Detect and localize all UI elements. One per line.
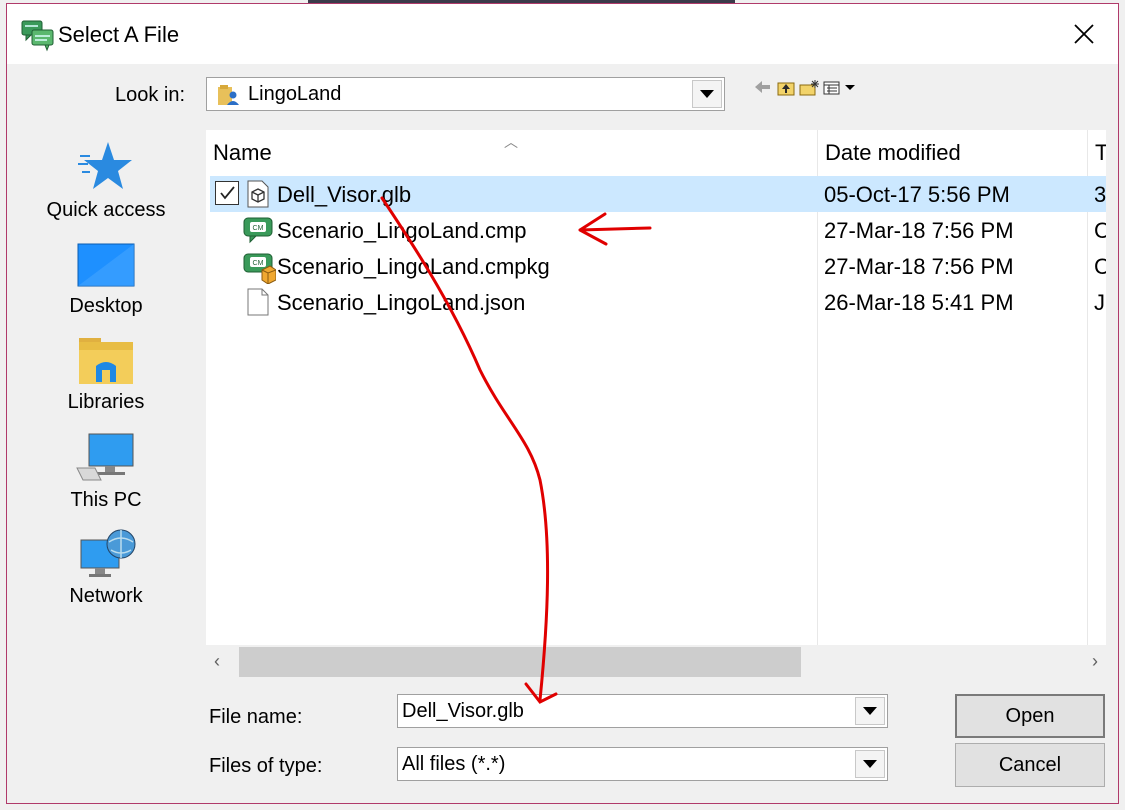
- place-this-pc[interactable]: This PC: [21, 432, 191, 512]
- file-type-dropdown[interactable]: All files (*.*): [397, 747, 888, 781]
- file-type-arrow-button[interactable]: [855, 750, 885, 778]
- place-quick-access[interactable]: Quick access: [21, 138, 191, 222]
- app-chat-icon: [21, 20, 54, 52]
- place-label: Network: [69, 585, 143, 607]
- cube-file-icon: [247, 180, 269, 208]
- libraries-icon: [79, 338, 133, 384]
- look-in-dropdown[interactable]: LingoLand: [206, 77, 725, 111]
- computer-icon: [76, 433, 134, 481]
- place-network[interactable]: Network: [21, 528, 191, 608]
- place-label: Quick access: [46, 199, 166, 221]
- user-folder-icon: [218, 85, 239, 105]
- file-row[interactable]: CM Scenario_LingoLand.cmp 27-Mar-18 7:56…: [210, 212, 1106, 248]
- window-title: Select A File: [58, 22, 180, 47]
- file-type-value: All files (*.*): [402, 753, 506, 775]
- sort-indicator-icon: ︿: [504, 134, 518, 150]
- file-type-label: Files of type:: [209, 755, 323, 777]
- file-name-input[interactable]: [400, 697, 848, 725]
- svg-text:CM: CM: [253, 225, 264, 232]
- up-folder-icon[interactable]: [777, 80, 795, 96]
- file-date: 27-Mar-18 7:56 PM: [824, 218, 1014, 243]
- desktop-icon: [77, 243, 135, 287]
- chevron-down-icon: [863, 760, 877, 768]
- title-bar: Select A File: [7, 4, 1118, 64]
- file-name: Scenario_LingoLand.cmp: [277, 218, 527, 243]
- open-button[interactable]: Open: [955, 694, 1105, 738]
- file-type: C: [1094, 218, 1106, 243]
- column-header-date-modified[interactable]: Date modified: [825, 140, 961, 166]
- cm-package-icon: CM: [243, 253, 276, 284]
- file-name: Scenario_LingoLand.cmpkg: [277, 254, 550, 279]
- new-folder-icon[interactable]: [799, 80, 819, 96]
- scrollbar-thumb[interactable]: [239, 647, 801, 677]
- file-type: 3: [1094, 182, 1106, 207]
- file-date: 26-Mar-18 5:41 PM: [824, 290, 1014, 315]
- chevron-down-icon: [863, 707, 877, 715]
- file-name-label: File name:: [209, 706, 303, 728]
- look-in-value: LingoLand: [248, 83, 342, 105]
- file-name: Dell_Visor.glb: [277, 182, 412, 207]
- place-label: Libraries: [67, 391, 145, 413]
- network-icon: [80, 529, 136, 577]
- checkmark-icon: [220, 186, 235, 200]
- select-file-dialog: Select A File Look in: LingoLand Quick a…: [6, 3, 1119, 804]
- column-header-name[interactable]: Name: [213, 140, 272, 166]
- star-icon: [78, 142, 132, 189]
- cancel-button[interactable]: Cancel: [955, 743, 1105, 787]
- column-header-type[interactable]: T: [1095, 140, 1106, 166]
- close-icon: [1074, 24, 1094, 44]
- file-name-combo[interactable]: [397, 694, 888, 728]
- cm-file-icon: CM: [243, 217, 273, 244]
- file-row[interactable]: Scenario_LingoLand.json 26-Mar-18 5:41 P…: [210, 284, 1106, 320]
- view-menu-icon[interactable]: [823, 80, 857, 96]
- blank-file-icon: [247, 288, 269, 316]
- look-in-label: Look in:: [115, 84, 186, 106]
- file-list[interactable]: ︿ Name Date modified T Dell_Visor.glb 05…: [206, 130, 1106, 645]
- svg-text:CM: CM: [253, 260, 264, 267]
- close-button[interactable]: [1060, 12, 1108, 56]
- file-row[interactable]: Dell_Visor.glb 05-Oct-17 5:56 PM 3: [210, 176, 1106, 212]
- file-type: C: [1094, 254, 1106, 279]
- file-name-arrow-button[interactable]: [855, 697, 885, 725]
- file-date: 05-Oct-17 5:56 PM: [824, 182, 1010, 207]
- place-desktop[interactable]: Desktop: [21, 242, 191, 318]
- place-label: Desktop: [69, 295, 143, 317]
- file-date: 27-Mar-18 7:56 PM: [824, 254, 1014, 279]
- place-libraries[interactable]: Libraries: [21, 336, 191, 414]
- scroll-right-icon[interactable]: ›: [1092, 651, 1098, 672]
- place-label: This PC: [70, 489, 142, 511]
- scroll-left-icon[interactable]: ‹: [214, 651, 220, 672]
- row-checkbox[interactable]: [215, 181, 239, 205]
- file-type: JS: [1094, 290, 1106, 315]
- back-arrow-icon[interactable]: [755, 80, 771, 94]
- look-in-arrow-button[interactable]: [692, 80, 722, 108]
- file-row[interactable]: CM Scenario_LingoLand.cmpkg 27-Mar-18 7:…: [210, 248, 1106, 284]
- file-name: Scenario_LingoLand.json: [277, 290, 526, 315]
- chevron-down-icon: [700, 90, 714, 98]
- horizontal-scrollbar[interactable]: ‹ ›: [206, 645, 1106, 679]
